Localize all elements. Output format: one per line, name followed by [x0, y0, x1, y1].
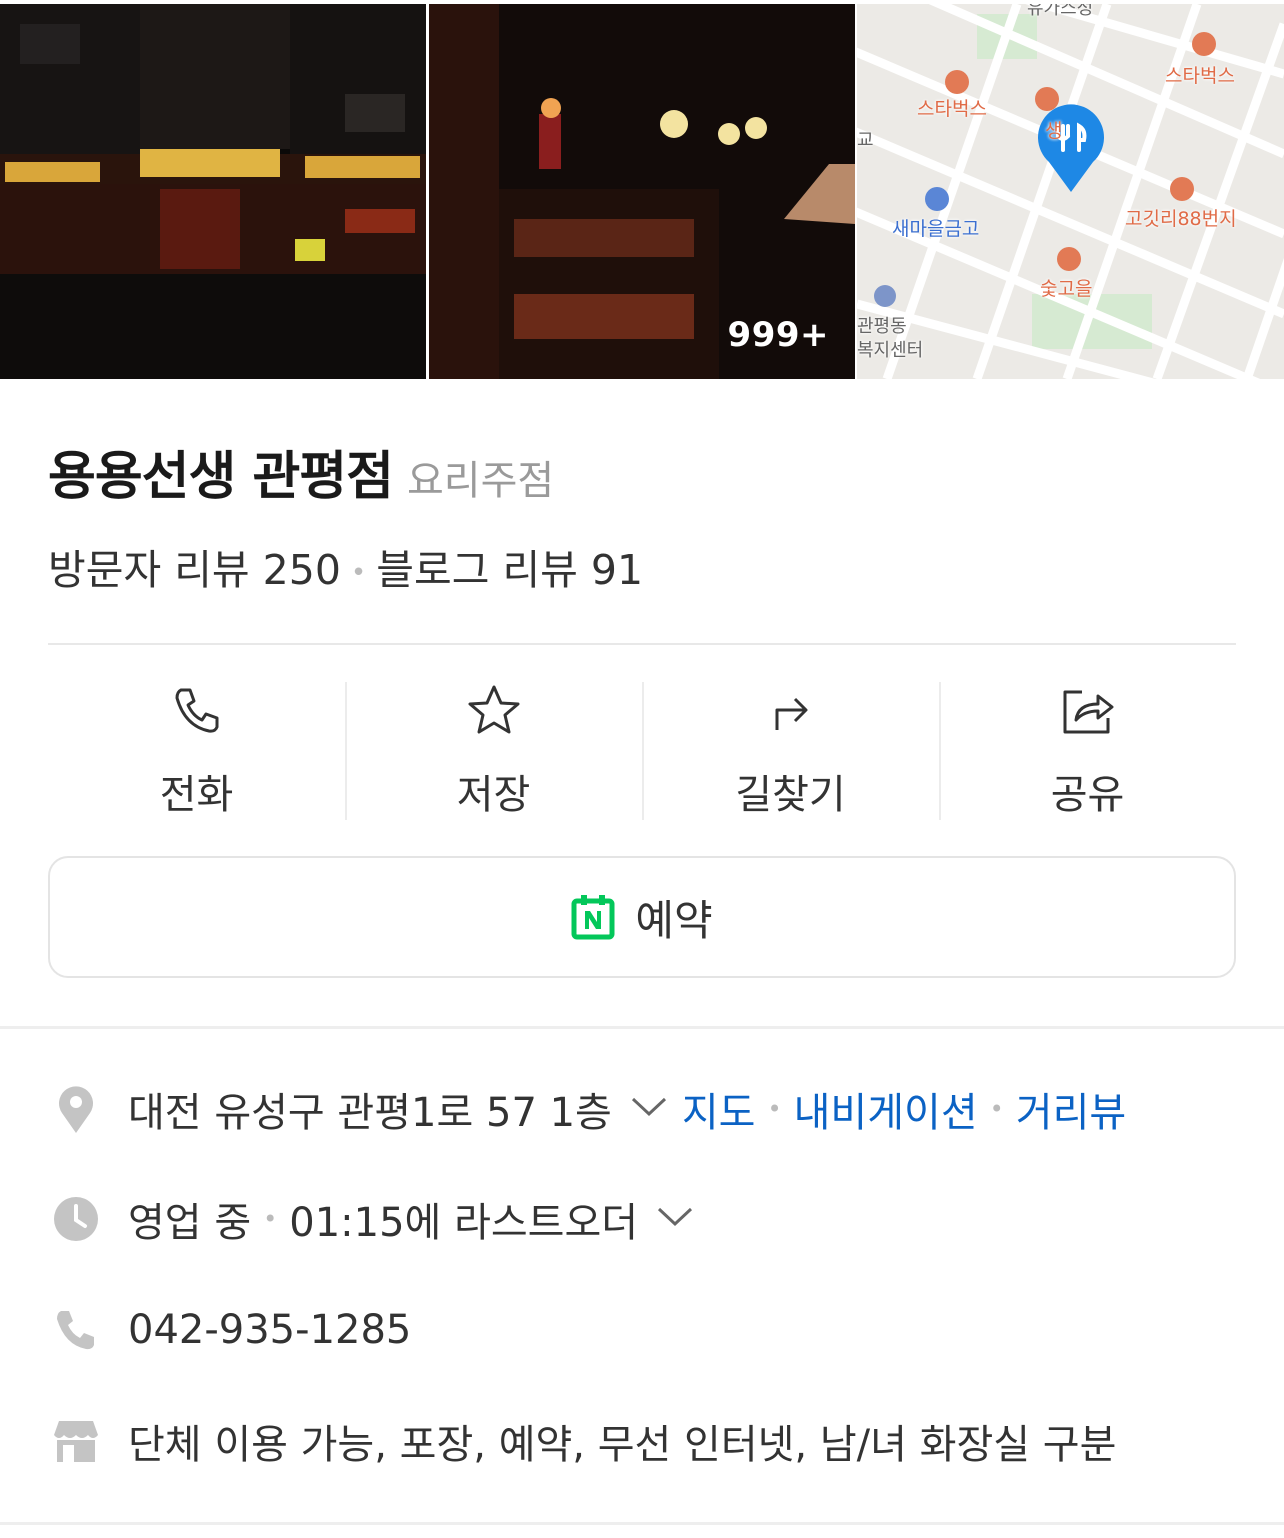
divider [48, 643, 1236, 645]
map-link[interactable]: 지도 [682, 1080, 756, 1138]
address-expand-icon[interactable] [630, 1096, 668, 1122]
place-header: 용용선생 관평점 요리주점 [48, 434, 554, 509]
map-label: 관평동 [857, 316, 907, 337]
call-label: 전화 [159, 772, 234, 818]
review-summary: 방문자 리뷰 250 • 블로그 리뷰 91 [48, 536, 643, 596]
phone-icon [175, 688, 218, 733]
map-label: 새마을금고 [892, 218, 980, 240]
place-category: 요리주점 [406, 458, 555, 504]
place-name: 용용선생 관평점 [48, 447, 394, 507]
photo-count-badge: 999+ [727, 315, 829, 355]
map-label: 스타벅스 [917, 98, 987, 120]
navigation-link[interactable]: 내비게이션 [794, 1080, 978, 1138]
map-thumbnail[interactable]: 유가스정 스타벅스 스타벅스 생 교 새마을금고 고깃리88번지 숯고을 관평동… [857, 4, 1284, 379]
amenities-text: 단체 이용 가능, 포장, 예약, 무선 인터넷, 남/녀 화장실 구분 [128, 1422, 1117, 1468]
map-label: 고깃리88번지 [1125, 208, 1237, 230]
location-pin-icon [48, 1081, 104, 1137]
reservation-label: 예약 [635, 895, 713, 945]
call-button[interactable]: 전화 [48, 682, 345, 820]
star-icon [468, 685, 519, 734]
map-label: 생 [1045, 120, 1063, 142]
map-label: 유가스정 [1027, 4, 1094, 19]
action-bar: 전화 저장 길찾기 공유 [48, 682, 1236, 820]
last-order-text: 01:15에 라스트오더 [289, 1200, 639, 1246]
section-divider [0, 1026, 1284, 1029]
dot-separator: • [263, 1205, 278, 1233]
directions-button[interactable]: 길찾기 [642, 682, 939, 820]
directions-label: 길찾기 [735, 772, 846, 818]
save-label: 저장 [456, 772, 531, 818]
share-label: 공유 [1050, 772, 1125, 818]
map-label: 숯고을 [1040, 278, 1093, 300]
save-button[interactable]: 저장 [345, 682, 642, 820]
blog-reviews-link[interactable]: 블로그 리뷰 91 [376, 546, 643, 594]
map-label: 스타벅스 [1165, 65, 1235, 87]
exterior-illustration [0, 4, 426, 379]
dot-separator: • [350, 558, 367, 588]
share-icon [1063, 690, 1113, 734]
street-view-link[interactable]: 거리뷰 [1016, 1080, 1126, 1138]
reservation-button[interactable]: 예약 [48, 856, 1236, 978]
naver-calendar-icon [571, 895, 615, 940]
address-text: 대전 유성구 관평1로 57 1층 [128, 1090, 612, 1136]
dot-separator: • [767, 1095, 782, 1123]
store-icon [48, 1413, 104, 1469]
clock-icon [48, 1191, 104, 1247]
amenities-row: 단체 이용 가능, 포장, 예약, 무선 인터넷, 남/녀 화장실 구분 [48, 1412, 1268, 1470]
map-label: 복지센터 [857, 340, 924, 361]
phone-solid-icon [48, 1302, 104, 1358]
share-button[interactable]: 공유 [939, 682, 1236, 820]
map-label: 교 [857, 130, 874, 151]
photo-interior[interactable]: 999+ [429, 4, 855, 379]
phone-number[interactable]: 042-935-1285 [128, 1307, 411, 1353]
phone-row[interactable]: 042-935-1285 [48, 1302, 1268, 1358]
open-status: 영업 중 [128, 1200, 252, 1246]
photo-strip: 999+ 유가스정 스타벅스 스타벅스 생 교 새마을금고 고깃리88번지 숯고… [0, 4, 1284, 379]
address-row: 대전 유성구 관평1로 57 1층 지도 • 내비게이션 • 거리뷰 [48, 1080, 1268, 1138]
visitor-reviews-link[interactable]: 방문자 리뷰 250 [48, 546, 341, 594]
photo-exterior[interactable] [0, 4, 426, 379]
dot-separator: • [989, 1095, 1004, 1123]
section-divider [0, 1522, 1284, 1525]
directions-icon [775, 697, 807, 730]
hours-expand-icon[interactable] [656, 1206, 694, 1232]
hours-row[interactable]: 영업 중 • 01:15에 라스트오더 [48, 1190, 1268, 1248]
